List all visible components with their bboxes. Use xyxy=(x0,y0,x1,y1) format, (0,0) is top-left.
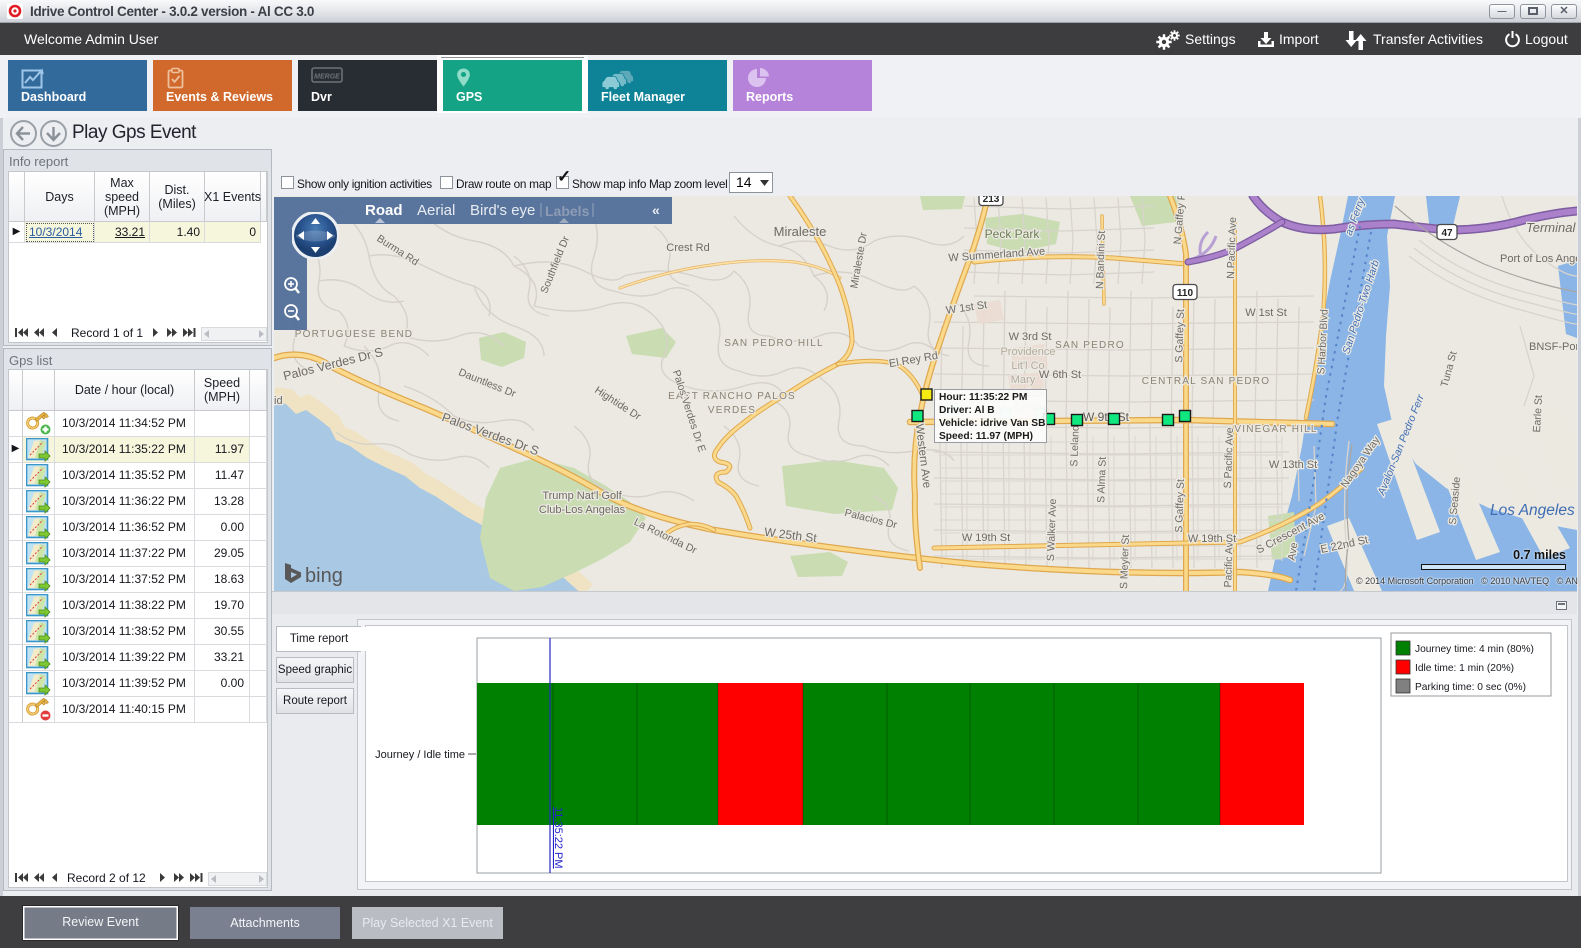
svg-text:Terminal Isl: Terminal Isl xyxy=(1526,220,1577,235)
svg-text:PORTUGUESE BEND: PORTUGUESE BEND xyxy=(295,329,413,340)
svg-text:S Pacific Ave: S Pacific Ave xyxy=(1222,427,1236,489)
svg-text:W 13th St: W 13th St xyxy=(1269,459,1317,471)
svg-text:11:35:22 PM: 11:35:22 PM xyxy=(552,807,564,869)
svg-text:id: id xyxy=(274,395,283,407)
svg-text:W 3rd St: W 3rd St xyxy=(1009,331,1052,343)
svg-text:S Leland: S Leland xyxy=(1068,425,1081,467)
svg-text:Journey time: 4 min (80%): Journey time: 4 min (80%) xyxy=(1415,644,1534,655)
svg-text:Mary: Mary xyxy=(1011,374,1036,386)
svg-text:W 19th St: W 19th St xyxy=(1188,533,1236,545)
svg-text:Club-Los Angelas: Club-Los Angelas xyxy=(539,504,626,516)
svg-text:Peck Park: Peck Park xyxy=(985,227,1041,241)
svg-text:BNSF-Port: BNSF-Port xyxy=(1529,341,1577,353)
svg-text:Parking time: 0 sec (0%): Parking time: 0 sec (0%) xyxy=(1415,682,1526,693)
svg-text:Lit'l Co: Lit'l Co xyxy=(1011,360,1044,372)
svg-text:Earle St: Earle St xyxy=(1531,395,1545,433)
svg-text:S Gaffey St: S Gaffey St xyxy=(1173,309,1187,363)
svg-text:N Pacific Ave: N Pacific Ave xyxy=(1225,217,1239,279)
svg-text:W 1st St: W 1st St xyxy=(1245,307,1287,319)
svg-text:Journey / Idle time: Journey / Idle time xyxy=(375,749,465,761)
svg-text:Port of Los Angel: Port of Los Angel xyxy=(1500,253,1577,265)
svg-text:Miraleste: Miraleste xyxy=(774,224,827,239)
svg-text:Crest Rd: Crest Rd xyxy=(666,242,709,254)
svg-text:Los Angeles Harb: Los Angeles Harb xyxy=(1490,502,1577,519)
svg-text:SAN PEDRO: SAN PEDRO xyxy=(1055,340,1125,351)
svg-text:bing: bing xyxy=(305,565,343,587)
svg-text:CENTRAL SAN PEDRO: CENTRAL SAN PEDRO xyxy=(1142,376,1270,387)
svg-text:W 19th St: W 19th St xyxy=(962,532,1010,544)
svg-text:Providence: Providence xyxy=(1000,346,1055,358)
svg-text:S Alma St: S Alma St xyxy=(1095,457,1109,504)
svg-text:S Meyler St: S Meyler St xyxy=(1118,534,1132,589)
svg-text:W 9th St: W 9th St xyxy=(1083,410,1130,424)
svg-text:MERGE: MERGE xyxy=(314,74,340,81)
svg-text:VERDES: VERDES xyxy=(708,405,756,416)
svg-text:SAN PEDRO HILL: SAN PEDRO HILL xyxy=(724,338,824,349)
svg-text:VINEGAR HILL: VINEGAR HILL xyxy=(1234,424,1317,435)
svg-text:N Bandini St: N Bandini St xyxy=(1094,230,1108,289)
svg-text:S Walker Ave: S Walker Ave xyxy=(1045,498,1059,561)
svg-text:213: 213 xyxy=(983,196,1000,205)
svg-text:Trump Nat'l Golf: Trump Nat'l Golf xyxy=(542,490,622,502)
svg-text:W 6th St: W 6th St xyxy=(1039,369,1081,381)
svg-text:47: 47 xyxy=(1441,228,1453,239)
svg-text:S Gaffey St: S Gaffey St xyxy=(1173,479,1187,533)
svg-text:Idle time: 1 min (20%): Idle time: 1 min (20%) xyxy=(1415,663,1514,674)
svg-text:110: 110 xyxy=(1177,288,1194,299)
